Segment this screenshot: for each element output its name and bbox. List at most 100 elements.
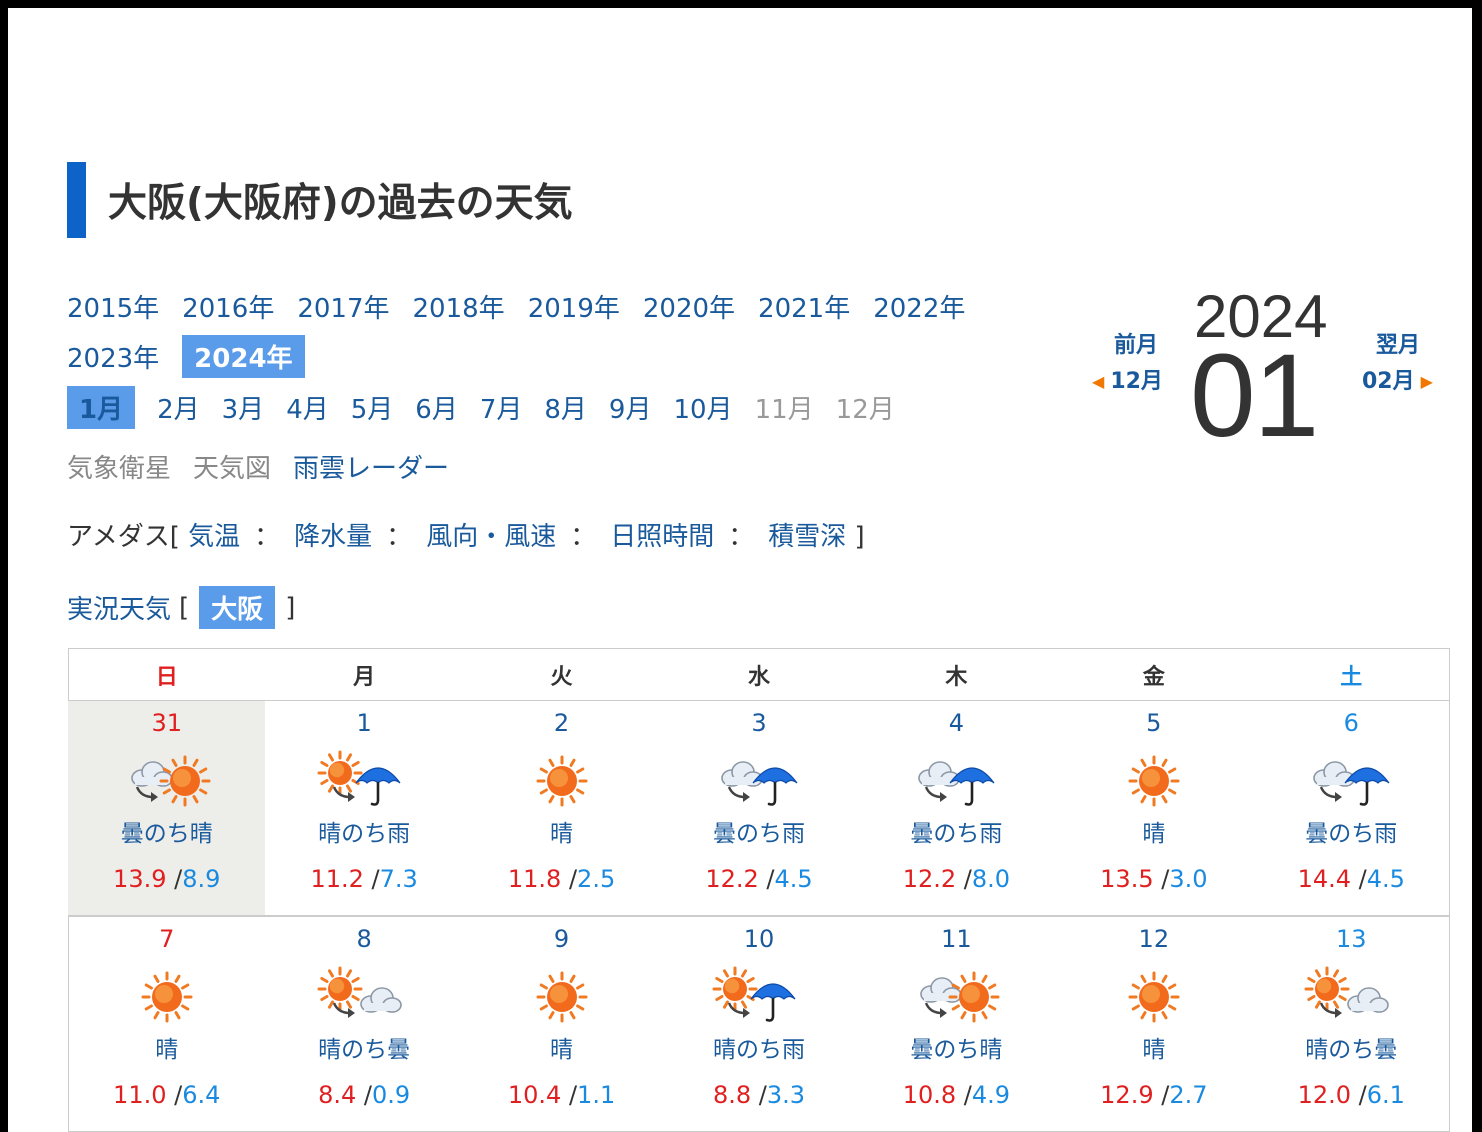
month-link[interactable]: 9月 [609, 389, 652, 426]
calendar-day-cell[interactable]: 4 曇のち雨 12.2 /8.0 [857, 700, 1056, 917]
temperature: 12.2 /8.0 [858, 865, 1055, 893]
month-link[interactable]: 5月 [351, 389, 394, 426]
year-row: 2023年 2024年 [67, 332, 1067, 380]
weather-label: 曇のち晴 [120, 821, 213, 847]
amedas-separator: ： [386, 522, 413, 552]
current-weather-link[interactable]: 実況天気 [67, 589, 171, 626]
min-temp: 3.0 [1169, 865, 1208, 893]
calendar-day-cell[interactable]: 1 晴のち雨 11.2 /7.3 [265, 700, 463, 917]
day-number: 6 [1343, 709, 1359, 737]
page-title-block: 大阪(大阪府)の過去の天気 [67, 162, 573, 238]
month-link[interactable]: 2月 [157, 389, 200, 426]
month-link[interactable]: 7月 [480, 389, 523, 426]
temperature: 14.4 /4.5 [1253, 865, 1450, 893]
day-number: 10 [743, 925, 775, 953]
arrow-right-icon: ▶ [1420, 372, 1433, 391]
amedas-links: アメダス[ 気温 ： 降水量 ： 風向・風速 ： 日照時間 ： 積雪深 ] [67, 516, 865, 553]
temp-separator: / [561, 865, 578, 893]
max-temp: 12.2 [902, 865, 957, 893]
month-link[interactable]: 10月 [673, 389, 732, 426]
next-month-nav[interactable]: 翌月 02月 ▶ [1362, 328, 1462, 400]
year-row: 2015年 2016年 2017年 2018年 2019年 2020年 2021年 2022年 [67, 282, 1067, 330]
year-link[interactable]: 2019年 [528, 288, 620, 325]
min-temp: 4.9 [971, 1081, 1011, 1109]
weather-sunny-then-cloudy-icon [265, 963, 462, 1031]
weekday-header-cell: 火 [462, 648, 661, 701]
temp-separator: / [956, 865, 972, 893]
max-temp: 10.8 [902, 1081, 957, 1109]
calendar-day-cell[interactable]: 10 晴のち雨 8.8 /3.3 [660, 916, 858, 1132]
min-temp: 8.9 [182, 865, 221, 893]
radar-link[interactable]: 雨雲レーダー [293, 448, 449, 485]
month-link[interactable]: 3月 [222, 389, 265, 426]
prev-month-label: 前月 [1113, 333, 1158, 358]
calendar-week-row: 7 晴 11.0 /6.4 8 晴のち曇 8.4 /0.9 9 晴 10.4 /1.1 10 晴… [68, 916, 1450, 1132]
temperature: 12.9 /2.7 [1055, 1081, 1252, 1109]
month-link[interactable]: 6月 [415, 389, 458, 426]
prev-month-nav[interactable]: 前月 ◀ 12月 [1086, 328, 1166, 400]
temp-separator: / [356, 1081, 372, 1109]
max-temp: 11.2 [310, 865, 364, 893]
year-link[interactable]: 2021年 [758, 288, 850, 325]
weather-cloudy-then-rain-icon [1253, 747, 1450, 815]
calendar-day-cell[interactable]: 31 曇のち晴 13.9 /8.9 [68, 700, 266, 917]
year-link[interactable]: 2018年 [413, 288, 505, 325]
temp-separator: / [166, 1081, 183, 1109]
day-number: 4 [948, 709, 965, 737]
prev-month-row: ◀ 12月 [1086, 364, 1166, 400]
weather-cloudy-then-sunny-icon [858, 963, 1055, 1031]
amedas-link[interactable]: 風向・風速 [426, 522, 556, 552]
month-link[interactable]: 4月 [286, 389, 329, 426]
jikkyo-close-bracket: ] [285, 592, 296, 623]
amedas-link[interactable]: 積雪深 [768, 522, 846, 552]
min-temp: 2.5 [577, 865, 616, 893]
calendar-day-cell[interactable]: 11 曇のち晴 10.8 /4.9 [857, 916, 1056, 1132]
weather-label: 晴 [1142, 1037, 1166, 1063]
max-temp: 11.8 [507, 865, 562, 893]
amedas-link[interactable]: 降水量 [294, 522, 372, 552]
weather-cloudy-then-rain-icon [858, 747, 1055, 815]
weather-sunny-then-rain-icon [265, 747, 462, 815]
year-link[interactable]: 2015年 [67, 288, 159, 325]
max-temp: 11.0 [113, 1081, 167, 1109]
max-temp: 12.9 [1100, 1081, 1154, 1109]
max-temp: 13.9 [113, 865, 167, 893]
calendar-day-cell[interactable]: 6 曇のち雨 14.4 /4.5 [1252, 700, 1450, 917]
amedas-separator: ： [254, 522, 281, 552]
amedas-link[interactable]: 気温 [188, 522, 240, 552]
calendar-day-cell[interactable]: 2 晴 11.8 /2.5 [462, 700, 661, 917]
prev-month-value: 12月 [1110, 369, 1163, 394]
current-weather-links: 実況天気 [ 大阪 ] [67, 586, 295, 629]
day-number: 2 [553, 709, 570, 737]
min-temp: 6.1 [1366, 1081, 1405, 1109]
weather-label: 晴 [1142, 821, 1166, 847]
calendar-day-cell[interactable]: 8 晴のち曇 8.4 /0.9 [265, 916, 463, 1132]
year-link[interactable]: 2020年 [643, 288, 735, 325]
year-link[interactable]: 2017年 [297, 288, 389, 325]
calendar-day-cell[interactable]: 12 晴 12.9 /2.7 [1055, 916, 1253, 1132]
calendar-day-cell[interactable]: 5 晴 13.5 /3.0 [1055, 700, 1253, 917]
day-number: 5 [1146, 709, 1162, 737]
weather-label: 曇のち雨 [1305, 821, 1398, 847]
current-month: 01 [1190, 330, 1319, 462]
min-temp: 4.5 [1366, 865, 1405, 893]
month-link[interactable]: 8月 [544, 389, 587, 426]
calendar-day-cell[interactable]: 3 曇のち雨 12.2 /4.5 [660, 700, 858, 917]
calendar-day-cell[interactable]: 9 晴 10.4 /1.1 [462, 916, 661, 1132]
weather-calendar: 日月火水木金土 31 曇のち晴 13.9 /8.9 1 晴のち雨 11.2 /7.3 2… [68, 648, 1450, 1132]
weather-label: 晴 [550, 1037, 574, 1063]
weather-label: 晴のち曇 [318, 1037, 411, 1063]
year-link[interactable]: 2016年 [182, 288, 274, 325]
station-selected: 大阪 [199, 586, 276, 629]
calendar-day-cell[interactable]: 7 晴 11.0 /6.4 [68, 916, 266, 1132]
weather-sunny-then-rain-icon [660, 963, 857, 1031]
year-link[interactable]: 2023年 [67, 338, 159, 375]
weekday-header-cell: 水 [660, 648, 858, 701]
temperature: 11.2 /7.3 [265, 865, 462, 893]
temp-separator: / [1153, 1081, 1170, 1109]
month-link: 12月 [835, 394, 895, 425]
calendar-day-cell[interactable]: 13 晴のち曇 12.0 /6.1 [1252, 916, 1450, 1132]
year-link[interactable]: 2022年 [873, 288, 965, 325]
amedas-link[interactable]: 日照時間 [610, 522, 714, 552]
temperature: 10.8 /4.9 [858, 1081, 1055, 1109]
